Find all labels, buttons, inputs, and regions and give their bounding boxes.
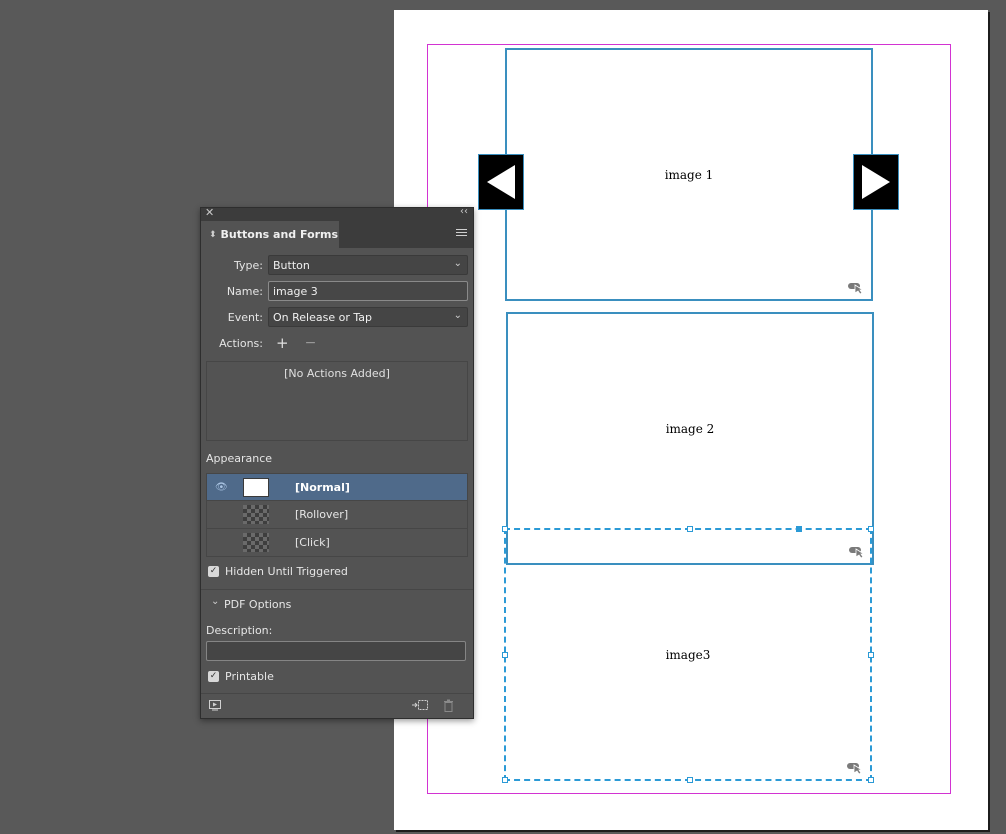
panel-footer xyxy=(201,694,473,718)
resize-handle-bc[interactable] xyxy=(687,777,693,783)
add-action-icon[interactable]: + xyxy=(276,334,289,352)
actions-list: [No Actions Added] xyxy=(206,361,468,441)
state-rollover[interactable]: [Rollover] xyxy=(206,501,468,529)
resize-handle-br[interactable] xyxy=(868,777,874,783)
type-label: Type: xyxy=(234,258,263,272)
hidden-until-triggered-label: Hidden Until Triggered xyxy=(225,565,348,578)
name-value: image 3 xyxy=(273,284,318,298)
name-input[interactable]: image 3 xyxy=(268,281,468,301)
chevron-down-icon: ⌄ xyxy=(453,258,462,269)
button-hand-icon xyxy=(848,283,865,295)
pdf-options-label[interactable]: PDF Options xyxy=(224,598,291,611)
event-select[interactable]: On Release or Tap ⌄ xyxy=(268,307,468,327)
chevron-down-icon[interactable]: ⌄ xyxy=(211,596,219,607)
frame-caption: image3 xyxy=(665,647,711,662)
description-label: Description: xyxy=(206,624,273,637)
previous-button[interactable] xyxy=(478,154,524,210)
convert-to-object-icon[interactable] xyxy=(411,699,429,712)
buttons-and-forms-panel: ✕ ‹‹ ⬍ Buttons and Forms Type: Button ⌄ … xyxy=(200,206,474,719)
resize-handle-ml[interactable] xyxy=(502,652,508,658)
updown-chevron-icon: ⬍ xyxy=(209,229,217,240)
resize-handle-tc[interactable] xyxy=(687,526,693,532)
printable-checkbox[interactable]: ✓ xyxy=(208,671,219,682)
event-value: On Release or Tap xyxy=(273,310,372,324)
next-button[interactable] xyxy=(853,154,899,210)
hidden-until-triggered-checkbox[interactable]: ✓ xyxy=(208,566,219,577)
description-input[interactable] xyxy=(206,641,466,661)
name-row: Name: image 3 xyxy=(201,280,473,302)
state-name: [Click] xyxy=(295,536,330,549)
document-page: image 1 image 2 image3 xyxy=(394,10,988,830)
frame-caption: image 2 xyxy=(665,421,715,436)
eye-icon[interactable]: 👁 xyxy=(215,482,228,493)
actions-row: Actions: + − xyxy=(201,332,473,354)
appearance-state-list: 👁 [Normal] [Rollover] [Click] xyxy=(206,473,468,557)
printable-label: Printable xyxy=(225,670,274,683)
event-row: Event: On Release or Tap ⌄ xyxy=(201,306,473,328)
panel-topbar: ✕ ‹‹ xyxy=(201,206,473,221)
button-hand-icon xyxy=(847,763,864,775)
divider xyxy=(201,589,473,590)
state-thumbnail xyxy=(243,505,269,524)
right-arrow-icon xyxy=(862,165,890,199)
remove-action-icon[interactable]: − xyxy=(305,335,317,351)
tab-buttons-and-forms[interactable]: ⬍ Buttons and Forms xyxy=(201,221,339,248)
panel-menu-icon[interactable] xyxy=(456,229,467,238)
state-click[interactable]: [Click] xyxy=(206,529,468,557)
close-icon[interactable]: ✕ xyxy=(205,206,214,219)
image-3-button-frame[interactable]: image3 xyxy=(502,526,874,783)
resize-handle-bl[interactable] xyxy=(502,777,508,783)
content-grabber-handle[interactable] xyxy=(796,526,802,532)
panel-tabbar: ⬍ Buttons and Forms xyxy=(201,221,473,248)
appearance-label: Appearance xyxy=(206,452,273,465)
type-select[interactable]: Button ⌄ xyxy=(268,255,468,275)
event-label: Event: xyxy=(227,310,263,324)
chevron-down-icon: ⌄ xyxy=(453,310,462,321)
trash-icon[interactable] xyxy=(443,699,454,712)
state-thumbnail xyxy=(243,533,269,552)
resize-handle-mr[interactable] xyxy=(868,652,874,658)
image-1-button-frame[interactable]: image 1 xyxy=(505,48,873,301)
resize-handle-tr[interactable] xyxy=(868,526,874,532)
type-value: Button xyxy=(273,258,310,272)
type-row: Type: Button ⌄ xyxy=(201,254,473,276)
preview-icon[interactable] xyxy=(209,700,221,711)
name-label: Name: xyxy=(226,284,263,298)
state-name: [Rollover] xyxy=(295,508,349,521)
frame-caption: image 1 xyxy=(664,167,714,182)
resize-handle-tl[interactable] xyxy=(502,526,508,532)
collapse-icon[interactable]: ‹‹ xyxy=(460,206,468,217)
no-actions-text: [No Actions Added] xyxy=(284,367,390,380)
tab-label: Buttons and Forms xyxy=(220,228,339,241)
left-arrow-icon xyxy=(487,165,515,199)
state-normal[interactable]: 👁 [Normal] xyxy=(206,473,468,501)
state-thumbnail xyxy=(243,478,269,497)
state-name: [Normal] xyxy=(295,481,350,494)
actions-label: Actions: xyxy=(219,336,263,350)
